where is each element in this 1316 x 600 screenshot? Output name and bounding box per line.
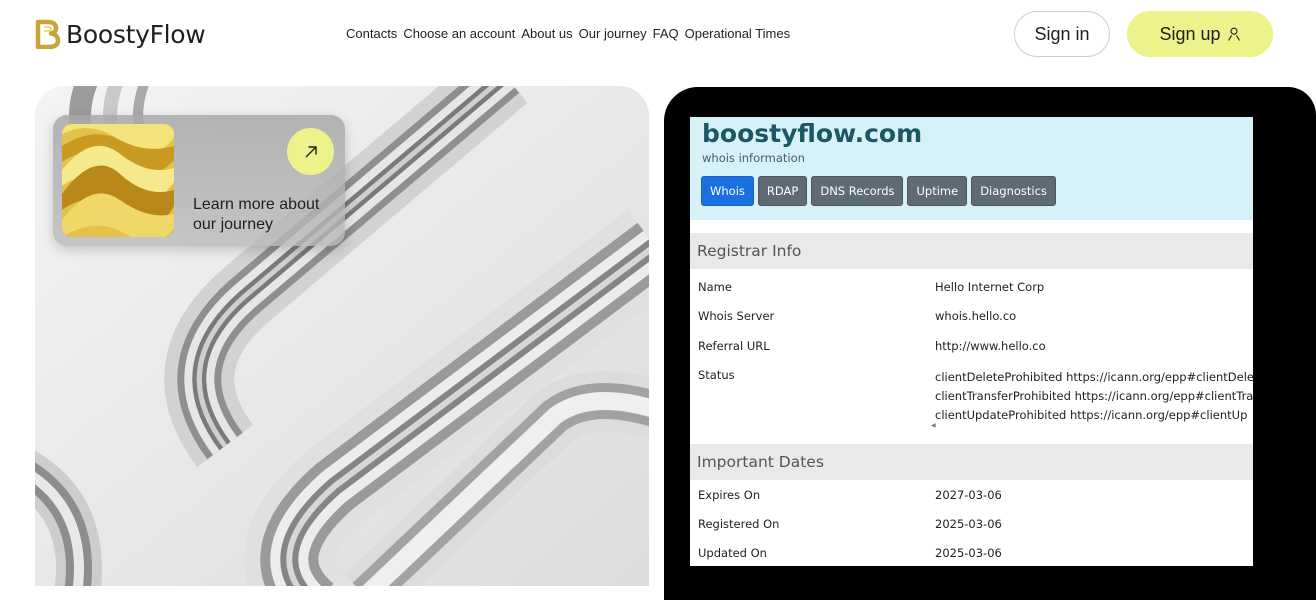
row-value: 2025-03-06 xyxy=(935,517,1002,531)
row-value: whois.hello.co xyxy=(935,309,1017,323)
domain-title: boostyflow.com xyxy=(702,119,923,148)
tab-uptime[interactable]: Uptime xyxy=(907,176,968,206)
brand-name: BoostyFlow xyxy=(66,19,206,49)
tab-whois[interactable]: Whois xyxy=(701,176,754,206)
arrow-up-right-icon xyxy=(305,145,317,157)
row-key: Expires On xyxy=(698,488,761,502)
row-value: Hello Internet Corp xyxy=(935,280,1045,294)
tab-diagnostics[interactable]: Diagnostics xyxy=(971,176,1056,206)
registrar-info-heading: Registrar Info xyxy=(690,233,1253,269)
sign-up-label: Sign up xyxy=(1159,23,1221,44)
nav-faq[interactable]: FAQ xyxy=(653,26,679,41)
whois-tabs: Whois RDAP DNS Records Uptime Diagnostic… xyxy=(701,176,1056,206)
nav-about-us[interactable]: About us xyxy=(521,26,572,41)
journey-card-text: Learn more about our journey xyxy=(193,196,320,233)
nav-choose-account[interactable]: Choose an account xyxy=(403,26,515,41)
row-key: Registered On xyxy=(698,517,780,531)
brand-logo-icon xyxy=(35,19,61,49)
row-value: http://www.hello.co xyxy=(935,339,1046,353)
user-icon xyxy=(1227,27,1240,41)
brand-logo[interactable]: BoostyFlow xyxy=(34,14,206,54)
row-key: Status xyxy=(698,368,735,382)
status-line: clientUpdateProhibited https://icann.org… xyxy=(935,408,1248,422)
journey-thumbnail xyxy=(62,124,174,237)
tab-rdap[interactable]: RDAP xyxy=(757,176,808,206)
whois-subtitle: whois information xyxy=(702,151,805,165)
journey-arrow-button[interactable] xyxy=(287,128,334,175)
status-line: clientDeleteProhibited https://icann.org… xyxy=(935,370,1253,384)
status-line: clientTransferProhibited https://icann.o… xyxy=(935,389,1253,403)
nav-our-journey[interactable]: Our journey xyxy=(579,26,647,41)
important-dates-heading: Important Dates xyxy=(690,444,1253,480)
row-value: 2027-03-06 xyxy=(935,488,1002,502)
row-value: 2025-03-06 xyxy=(935,546,1002,560)
row-key: Name xyxy=(698,280,732,294)
sign-in-label: Sign in xyxy=(1034,23,1090,44)
row-key: Whois Server xyxy=(698,309,775,323)
row-key: Updated On xyxy=(698,546,767,560)
nav-operational-times[interactable]: Operational Times xyxy=(685,26,791,41)
sign-in-button[interactable]: Sign in xyxy=(1014,11,1110,57)
gold-waves-image xyxy=(62,124,174,237)
row-key: Referral URL xyxy=(698,339,770,353)
nav-contacts[interactable]: Contacts xyxy=(346,26,397,41)
scroll-left-caret[interactable]: ◀ xyxy=(931,422,936,429)
whois-screen: boostyflow.com whois information Whois R… xyxy=(690,117,1253,566)
sign-up-button[interactable]: Sign up xyxy=(1127,11,1273,57)
tab-dns-records[interactable]: DNS Records xyxy=(811,176,904,206)
whois-header: boostyflow.com whois information Whois R… xyxy=(690,117,1253,220)
main-nav: Contacts Choose an account About us Our … xyxy=(346,26,790,41)
status-values: clientDeleteProhibited https://icann.org… xyxy=(935,368,1253,425)
